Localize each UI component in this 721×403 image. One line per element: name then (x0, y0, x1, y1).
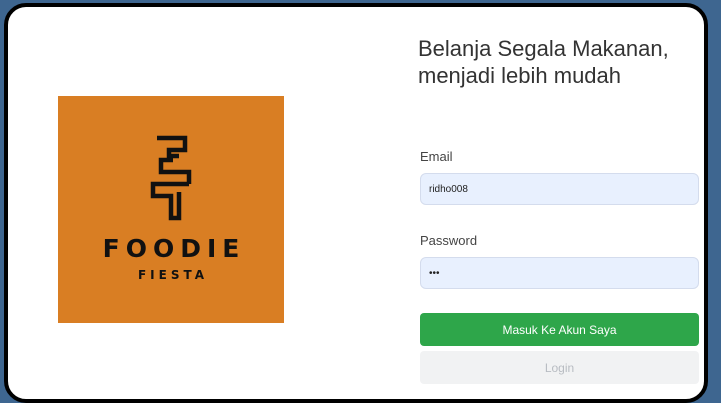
page-headline: Belanja Segala Makanan, menjadi lebih mu… (418, 35, 704, 89)
headline-line-2: menjadi lebih mudah (418, 63, 622, 88)
logo-brand-name: FOODIE (102, 234, 246, 263)
login-card: FOODIE FIESTA Belanja Segala Makanan, me… (4, 3, 708, 403)
logo-brand-subtitle: FIESTA (137, 268, 209, 282)
password-field[interactable] (420, 257, 699, 289)
email-label: Email (420, 149, 453, 164)
email-field[interactable] (420, 173, 699, 205)
foodie-fiesta-logo: FOODIE FIESTA (58, 96, 284, 323)
foodie-fiesta-f-icon (150, 135, 192, 221)
headline-line-1: Belanja Segala Makanan, (418, 36, 669, 61)
masuk-akun-button[interactable]: Masuk Ke Akun Saya (420, 313, 699, 346)
password-label: Password (420, 233, 478, 248)
login-button[interactable]: Login (420, 351, 699, 384)
